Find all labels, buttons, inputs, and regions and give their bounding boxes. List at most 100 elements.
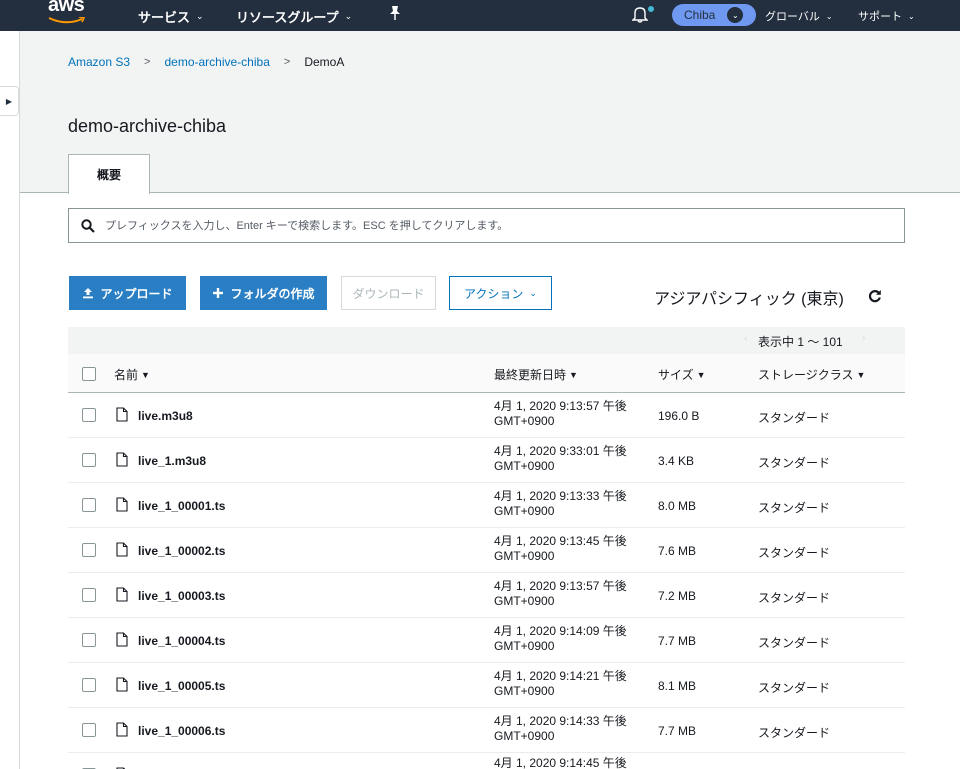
table-row[interactable]: live_1_00004.ts 4月 1, 2020 9:14:09 午後 GMT… (68, 618, 905, 663)
column-header-storage-class-label: ストレージクラス (758, 368, 854, 382)
breadcrumb: Amazon S3 > demo-archive-chiba > DemoA (68, 55, 344, 69)
column-header-name[interactable]: 名前 ▼ (114, 366, 150, 383)
file-name-link[interactable]: live_1_00005.ts (138, 679, 225, 693)
search-input[interactable] (105, 219, 885, 232)
last-modified: 4月 1, 2020 9:13:57 午後 GMT+0900 (494, 579, 654, 609)
resource-groups-menu[interactable]: リソースグループ ⌄ (236, 7, 352, 26)
last-modified: 4月 1, 2020 9:13:45 午後 GMT+0900 (494, 534, 654, 564)
top-navigation-bar: aws サービス ⌄ リソースグループ ⌄ Chiba ⌄ グローバル ⌄ サポ… (0, 0, 960, 31)
prev-page-icon[interactable]: ‹ (744, 333, 747, 344)
refresh-icon[interactable] (868, 289, 882, 303)
chevron-down-icon: ⌄ (727, 7, 744, 23)
sidebar-toggle-button[interactable]: ▶ (0, 86, 19, 116)
sort-down-icon: ▼ (856, 369, 866, 380)
resource-groups-label: リソースグループ (236, 10, 339, 25)
last-modified-timezone: GMT+0900 (494, 504, 555, 518)
file-name-link[interactable]: live_1_00004.ts (138, 634, 225, 648)
file-icon (116, 452, 128, 467)
table-row[interactable]: live_1_00005.ts 4月 1, 2020 9:14:21 午後 GMT… (68, 663, 905, 708)
row-checkbox[interactable] (82, 678, 96, 692)
breadcrumb-amazon-s3[interactable]: Amazon S3 (68, 55, 130, 69)
last-modified-date: 4月 1, 2020 9:33:01 午後 (494, 444, 627, 458)
create-folder-button[interactable]: フォルダの作成 (200, 276, 327, 310)
download-button[interactable]: ダウンロード (341, 276, 436, 310)
file-name-link[interactable]: live.m3u8 (138, 409, 193, 423)
storage-class: スタンダード (758, 411, 831, 425)
last-modified-date: 4月 1, 2020 9:13:45 午後 (494, 534, 627, 548)
region-label: Chiba (684, 8, 716, 22)
global-menu[interactable]: グローバル ⌄ (765, 8, 833, 24)
column-header-name-label: 名前 (114, 368, 139, 382)
chevron-down-icon: ⌄ (529, 287, 537, 298)
table-row[interactable]: live_1_00002.ts 4月 1, 2020 9:13:45 午後 GMT… (68, 528, 905, 573)
global-label: グローバル (765, 11, 820, 23)
actions-dropdown[interactable]: アクション ⌄ (449, 276, 552, 310)
last-modified: 4月 1, 2020 9:13:57 午後 GMT+0900 (494, 399, 654, 429)
last-modified-date: 4月 1, 2020 9:13:33 午後 (494, 489, 627, 503)
file-size: 8.1 MB (658, 679, 697, 693)
storage-class: スタンダード (758, 636, 831, 650)
support-label: サポート (858, 11, 902, 23)
breadcrumb-separator-icon: > (283, 56, 291, 68)
last-modified-timezone: GMT+0900 (494, 639, 555, 653)
tab-overview[interactable]: 概要 (68, 154, 150, 194)
region-selector[interactable]: Chiba ⌄ (672, 4, 756, 26)
row-checkbox[interactable] (82, 633, 96, 647)
file-size: 8.0 MB (658, 499, 697, 513)
services-menu[interactable]: サービス ⌄ (138, 7, 204, 26)
pin-icon[interactable] (388, 5, 402, 21)
column-header-modified[interactable]: 最終更新日時 ▼ (494, 366, 578, 383)
table-row[interactable]: live_1_00001.ts 4月 1, 2020 9:13:33 午後 GMT… (68, 483, 905, 528)
file-icon (116, 677, 128, 692)
table-row[interactable]: 4月 1, 2020 9:14:45 午後 (68, 753, 905, 769)
file-icon (116, 587, 128, 602)
aws-logo[interactable]: aws (48, 0, 85, 17)
last-modified: 4月 1, 2020 9:14:21 午後 GMT+0900 (494, 669, 654, 699)
file-name-link[interactable]: live_1_00003.ts (138, 589, 225, 603)
upload-icon (83, 288, 94, 299)
file-name-link[interactable]: live_1_00002.ts (138, 544, 225, 558)
table-row[interactable]: live_1_00006.ts 4月 1, 2020 9:14:33 午後 GMT… (68, 708, 905, 753)
last-modified: 4月 1, 2020 9:14:33 午後 GMT+0900 (494, 714, 654, 744)
last-modified-date: 4月 1, 2020 9:13:57 午後 (494, 399, 627, 413)
support-menu[interactable]: サポート ⌄ (858, 8, 915, 24)
last-modified-timezone: GMT+0900 (494, 684, 555, 698)
table-row[interactable]: live_1_00003.ts 4月 1, 2020 9:13:57 午後 GMT… (68, 573, 905, 618)
row-checkbox[interactable] (82, 408, 96, 422)
file-name-link[interactable]: live_1_00006.ts (138, 724, 225, 738)
select-all-checkbox[interactable] (82, 367, 96, 381)
chevron-down-icon: ⌄ (196, 11, 204, 21)
file-size: 7.6 MB (658, 544, 697, 558)
file-size: 3.4 KB (658, 454, 695, 468)
column-header-modified-label: 最終更新日時 (494, 368, 567, 382)
breadcrumb-bucket[interactable]: demo-archive-chiba (164, 55, 269, 69)
file-name-link[interactable]: live_1_00001.ts (138, 499, 225, 513)
row-checkbox[interactable] (82, 543, 96, 557)
last-modified: 4月 1, 2020 9:33:01 午後 GMT+0900 (494, 444, 654, 474)
column-header-size[interactable]: サイズ ▼ (658, 366, 706, 383)
next-page-icon[interactable]: › (862, 333, 865, 344)
last-modified: 4月 1, 2020 9:14:09 午後 GMT+0900 (494, 624, 654, 654)
row-checkbox[interactable] (82, 498, 96, 512)
upload-label: アップロード (100, 286, 173, 301)
storage-class: スタンダード (758, 681, 831, 695)
table-row[interactable]: live_1.m3u8 4月 1, 2020 9:33:01 午後 GMT+090… (68, 438, 905, 483)
row-checkbox[interactable] (82, 723, 96, 737)
file-name-link[interactable]: live_1.m3u8 (138, 454, 206, 468)
file-size: 196.0 B (658, 409, 700, 423)
last-modified-date: 4月 1, 2020 9:14:45 午後 (494, 756, 627, 769)
storage-class: スタンダード (758, 726, 831, 740)
row-checkbox[interactable] (82, 453, 96, 467)
file-icon (116, 632, 128, 647)
notification-dot (648, 6, 654, 12)
row-checkbox[interactable] (82, 588, 96, 602)
page-title: demo-archive-chiba (68, 116, 227, 136)
notification-bell-icon[interactable] (632, 5, 648, 23)
search-box[interactable] (68, 208, 905, 243)
sort-down-icon: ▼ (141, 369, 150, 380)
storage-class: スタンダード (758, 456, 831, 470)
search-icon (81, 218, 95, 233)
upload-button[interactable]: アップロード (69, 276, 186, 310)
table-row[interactable]: live.m3u8 4月 1, 2020 9:13:57 午後 GMT+0900 … (68, 393, 905, 438)
column-header-storage-class[interactable]: ストレージクラス ▼ (758, 366, 865, 383)
